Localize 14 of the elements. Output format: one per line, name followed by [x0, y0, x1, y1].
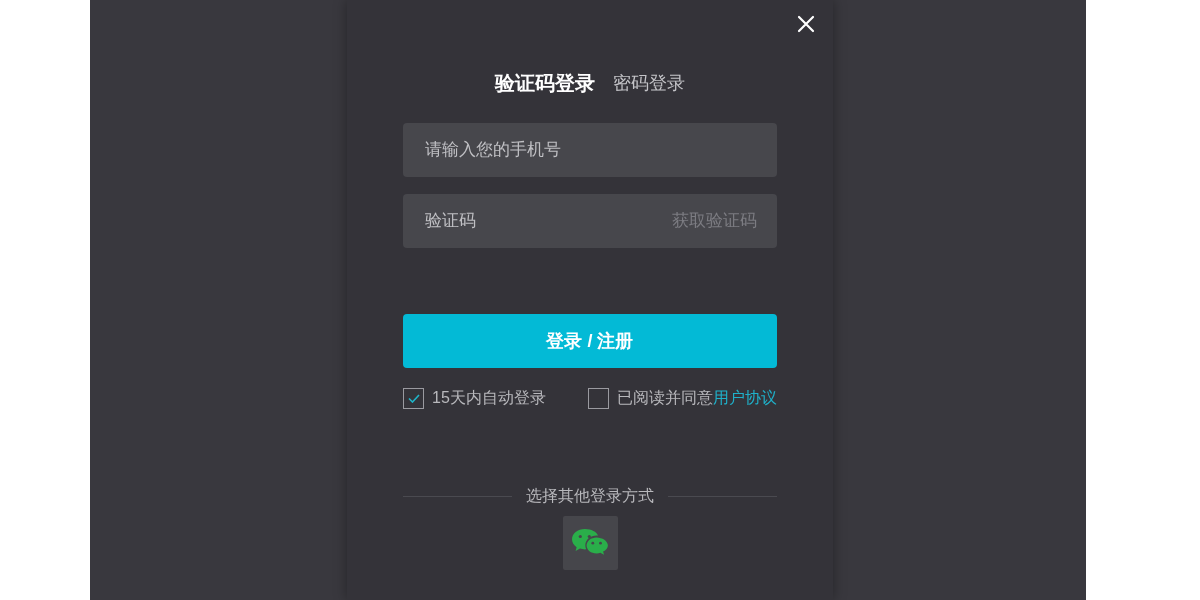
- checkbox[interactable]: [588, 387, 609, 409]
- option-label: 已阅读并同意: [617, 388, 713, 408]
- close-icon: [797, 15, 815, 33]
- checkbox[interactable]: [403, 387, 424, 409]
- checkmark-icon: [407, 393, 420, 403]
- login-tab[interactable]: 验证码登录: [495, 71, 595, 95]
- close-button[interactable]: [797, 15, 815, 33]
- agreement-link[interactable]: 用户协议: [713, 387, 777, 409]
- other-login-label: 选择其他登录方式: [526, 486, 654, 506]
- login-tab[interactable]: 密码登录: [613, 71, 685, 95]
- option-label: 15天内自动登录: [432, 388, 546, 408]
- chat-bubbles-icon: [571, 528, 609, 558]
- wechat-login-button[interactable]: [562, 516, 618, 570]
- input-field[interactable]: 请输入您的手机号: [403, 123, 777, 177]
